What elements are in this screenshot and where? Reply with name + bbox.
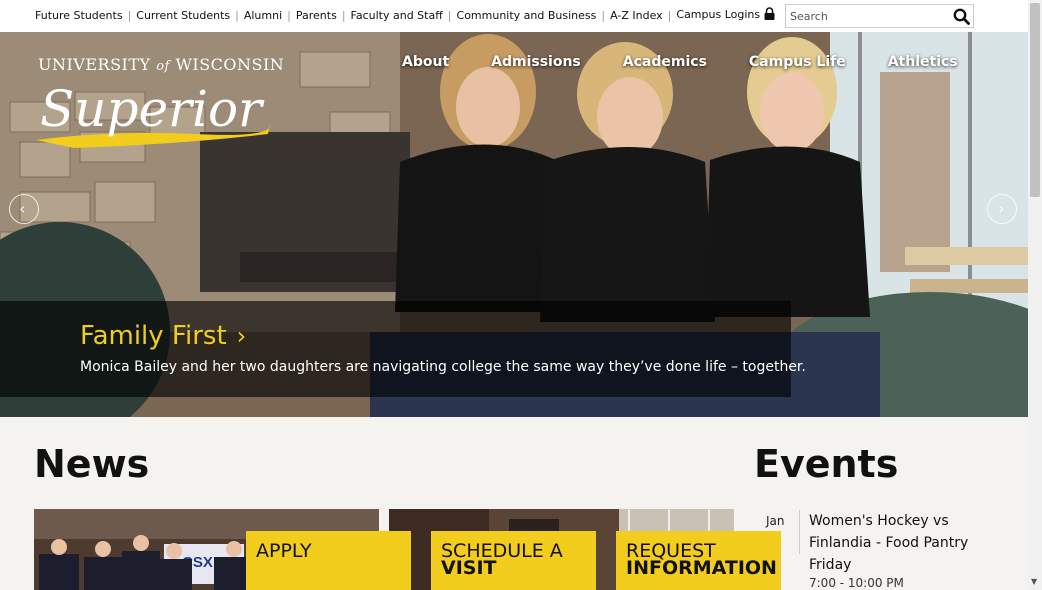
divider [799,510,800,554]
util-link-campus-logins[interactable]: Campus Logins [676,7,775,23]
logo-script: Superior [36,80,271,148]
nav-campus-life[interactable]: Campus Life [749,54,846,70]
nav-about[interactable]: About [402,54,449,70]
nav-academics[interactable]: Academics [623,54,707,70]
slide-prev-button[interactable]: ‹ [9,194,39,224]
util-link-future-students[interactable]: Future Students [35,9,123,22]
util-link-az-index[interactable]: A-Z Index [610,9,663,22]
divider: | [127,8,132,22]
divider: | [235,8,239,22]
util-link-parents[interactable]: Parents [296,9,337,22]
chevron-right-icon: › [236,322,247,350]
news-heading: News [34,442,150,486]
divider: | [287,8,291,22]
nav-athletics[interactable]: Athletics [888,54,958,70]
request-info-button[interactable]: REQUEST INFORMATION [616,531,781,590]
scroll-down-icon[interactable]: ▼ [1031,577,1037,586]
schedule-visit-label-2: VISIT [441,557,497,579]
scrollbar-thumb[interactable] [1030,3,1040,197]
event-title-link[interactable]: Women's Hockey vs Finlandia - Food Pantr… [809,510,989,576]
nav-admissions[interactable]: Admissions [491,54,581,70]
events-heading: Events [754,442,899,486]
schedule-visit-button[interactable]: SCHEDULE A VISIT [431,531,596,590]
utility-bar: Future Students | Current Students | Alu… [0,0,1028,32]
util-link-alumni[interactable]: Alumni [244,9,282,22]
apply-label: APPLY [256,540,312,562]
lock-icon [764,7,775,23]
event-date-month: Jan [766,514,785,528]
divider: | [341,8,346,22]
util-link-community-business[interactable]: Community and Business [457,9,597,22]
divider: | [447,8,452,22]
divider: | [667,8,672,22]
main-nav: About Admissions Academics Campus Life A… [402,54,1000,70]
request-info-label-2: INFORMATION [626,557,777,579]
hero-slideshow: UNIVERSITY of WISCONSIN Superior About A… [0,32,1028,417]
hero-caption-subtitle: Monica Bailey and her two daughters are … [80,359,806,375]
slide-next-button[interactable]: › [987,194,1017,224]
utility-nav: Future Students | Current Students | Alu… [35,7,775,23]
search-input[interactable] [786,5,946,28]
university-logo[interactable]: UNIVERSITY of WISCONSIN Superior [34,52,284,152]
event-time: 7:00 - 10:00 PM [809,576,904,590]
search-box [785,4,974,28]
chevron-right-icon: › [998,199,1005,218]
search-icon[interactable] [953,8,970,29]
divider: | [601,8,606,22]
apply-button[interactable]: APPLY [246,531,411,590]
hero-caption: Family First › Monica Bailey and her two … [0,301,806,397]
svg-text:Superior: Superior [40,80,265,138]
campus-logins-label: Campus Logins [676,8,761,21]
hero-caption-title[interactable]: Family First › [80,321,246,351]
util-link-faculty-staff[interactable]: Faculty and Staff [351,9,443,22]
page-scrollbar[interactable]: ▼ [1028,0,1042,590]
util-link-current-students[interactable]: Current Students [136,9,230,22]
chevron-left-icon: ‹ [19,199,26,218]
